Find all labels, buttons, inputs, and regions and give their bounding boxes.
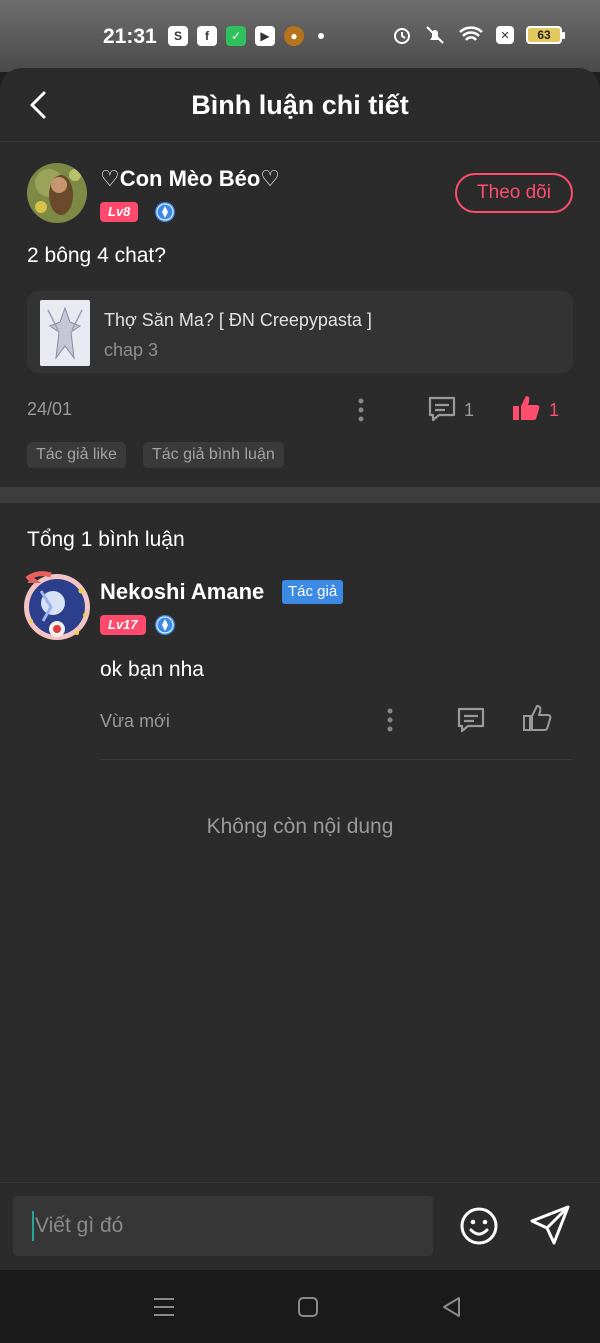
author-tag: Tác giả bbox=[282, 580, 344, 604]
comment-time: Vừa mới bbox=[100, 711, 170, 731]
post-username[interactable]: ♡Con Mèo Béo♡ bbox=[100, 166, 280, 192]
tag-author-like: Tác giả like bbox=[27, 442, 126, 468]
text-caret bbox=[32, 1211, 34, 1241]
notification-icons: S f ✓ ▶ ● bbox=[168, 26, 324, 46]
comment-input[interactable] bbox=[35, 1196, 425, 1256]
wechat-icon: ✓ bbox=[226, 26, 246, 46]
commenter-verified-icon bbox=[155, 615, 175, 635]
total-comments: Tổng 1 bình luận bbox=[27, 528, 185, 551]
mute-icon bbox=[426, 26, 444, 44]
book-title: Thợ Săn Ma? [ ĐN Creepypasta ] bbox=[104, 310, 372, 330]
app-icon: ● bbox=[284, 26, 304, 46]
system-nav-bar bbox=[0, 1270, 600, 1343]
comment-text: ok bạn nha bbox=[100, 658, 204, 681]
more-notifications-icon bbox=[318, 33, 324, 39]
commenter-avatar[interactable] bbox=[21, 571, 93, 643]
comment-separator bbox=[100, 759, 573, 760]
shopee-icon: S bbox=[168, 26, 188, 46]
comment-count: 1 bbox=[464, 400, 475, 420]
comment-like-icon[interactable] bbox=[522, 704, 552, 732]
more-options-icon[interactable] bbox=[358, 398, 364, 422]
comment-detail-sheet: Bình luận chi tiết ♡Con Mèo Béo♡ Lv8 The… bbox=[0, 68, 600, 1270]
wifi-icon bbox=[459, 26, 483, 41]
commenter-level-badge: Lv17 bbox=[100, 615, 146, 635]
user-avatar[interactable] bbox=[27, 163, 87, 223]
page-title: Bình luận chi tiết bbox=[191, 90, 409, 120]
comment-input-box[interactable] bbox=[13, 1196, 433, 1256]
emoji-button[interactable] bbox=[459, 1206, 499, 1246]
follow-button[interactable]: Theo dõi bbox=[455, 173, 573, 213]
post-text: 2 bông 4 chat? bbox=[27, 244, 166, 267]
battery-icon: 63 bbox=[526, 26, 565, 44]
system-icons: ✕ 63 bbox=[392, 25, 565, 45]
youtube-icon: ▶ bbox=[255, 26, 275, 46]
level-badge: Lv8 bbox=[100, 202, 139, 222]
verified-icon bbox=[155, 202, 175, 222]
header: Bình luận chi tiết bbox=[0, 68, 600, 142]
book-card[interactable]: Thợ Săn Ma? [ ĐN Creepypasta ] chap 3 bbox=[27, 291, 573, 373]
tag-author-comment: Tác giả bình luận bbox=[143, 442, 284, 468]
end-of-list: Không còn nội dung bbox=[206, 815, 394, 838]
sim-off-icon: ✕ bbox=[496, 26, 514, 44]
like-icon[interactable] bbox=[511, 394, 541, 422]
book-chapter: chap 3 bbox=[104, 340, 159, 360]
section-divider bbox=[0, 487, 600, 503]
facebook-icon: f bbox=[197, 26, 217, 46]
send-button[interactable] bbox=[529, 1204, 571, 1246]
menu-nav-icon[interactable] bbox=[151, 1294, 177, 1320]
like-count: 1 bbox=[549, 400, 560, 420]
comment-input-bar bbox=[0, 1182, 600, 1270]
alarm-icon bbox=[394, 28, 410, 44]
post-date: 24/01 bbox=[27, 399, 73, 419]
status-time: 21:31 bbox=[103, 25, 157, 48]
comment-more-icon[interactable] bbox=[387, 708, 393, 732]
back-nav-icon[interactable] bbox=[439, 1294, 465, 1320]
status-bar: 21:31 S f ✓ ▶ ● ✕ 63 bbox=[0, 0, 600, 72]
book-cover bbox=[40, 300, 90, 366]
reply-icon[interactable] bbox=[456, 706, 486, 734]
commenter-name[interactable]: Nekoshi Amane bbox=[100, 579, 264, 605]
comment-icon[interactable] bbox=[427, 395, 457, 423]
home-nav-icon[interactable] bbox=[295, 1294, 321, 1320]
